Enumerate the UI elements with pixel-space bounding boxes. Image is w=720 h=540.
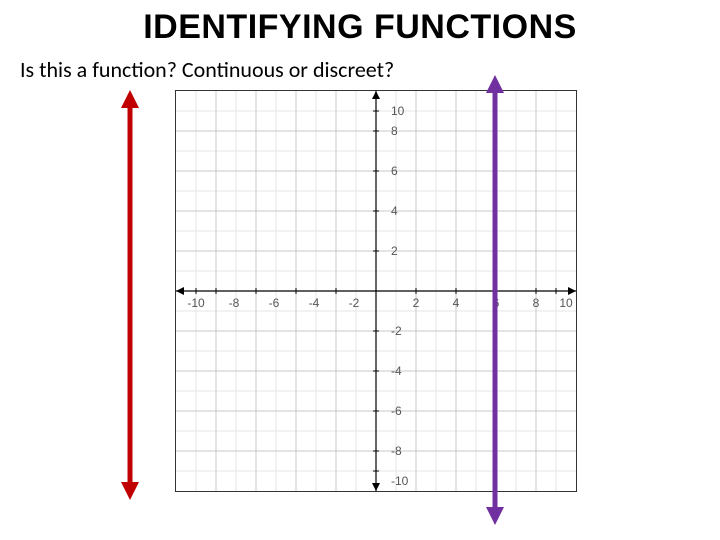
x-tick: -8 (229, 296, 240, 310)
vertical-arrow-red (121, 90, 139, 500)
y-tick: -10 (391, 474, 409, 488)
coordinate-plane: -10 -8 -6 -4 -2 2 4 6 8 10 10 8 6 4 2 -2… (175, 90, 577, 492)
y-tick: -2 (391, 324, 402, 338)
x-tick: -4 (309, 296, 320, 310)
grid-svg: -10 -8 -6 -4 -2 2 4 6 8 10 10 8 6 4 2 -2… (176, 91, 576, 491)
x-tick: 2 (413, 296, 420, 310)
x-tick: -2 (349, 296, 360, 310)
x-tick: -10 (187, 296, 205, 310)
x-tick: -6 (269, 296, 280, 310)
y-tick: 10 (391, 104, 405, 118)
y-tick: 2 (391, 244, 398, 258)
x-tick: 10 (559, 296, 573, 310)
y-tick: 4 (391, 204, 398, 218)
slide: IDENTIFYING FUNCTIONS Is this a function… (0, 0, 720, 540)
y-tick: -4 (391, 364, 402, 378)
y-tick: 6 (391, 164, 398, 178)
x-tick: 8 (533, 296, 540, 310)
y-tick: -8 (391, 444, 402, 458)
page-title: IDENTIFYING FUNCTIONS (0, 8, 720, 47)
y-tick: -6 (391, 404, 402, 418)
vertical-arrow-purple (486, 75, 504, 525)
question-text: Is this a function? Continuous or discre… (20, 56, 394, 83)
x-tick: 4 (453, 296, 460, 310)
y-tick: 8 (391, 124, 398, 138)
